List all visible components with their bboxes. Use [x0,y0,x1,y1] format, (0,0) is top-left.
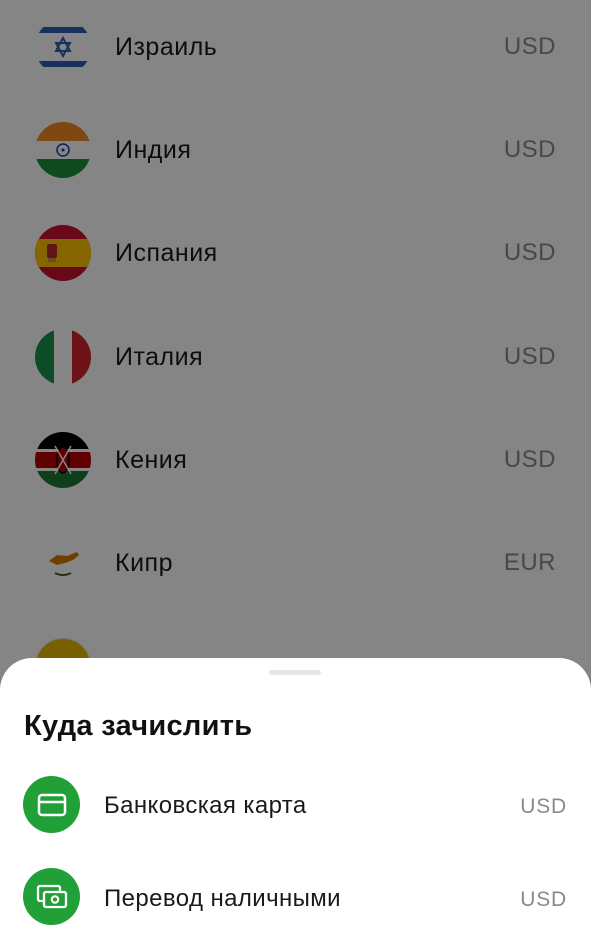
option-currency: USD [520,888,567,911]
option-label: Перевод наличными [104,885,341,912]
option-bank-card[interactable]: Банковская карта USD [0,772,591,842]
bank-card-icon [23,776,80,833]
option-currency: USD [520,795,567,818]
sheet-title: Куда зачислить [24,710,253,742]
option-label: Банковская карта [104,792,307,819]
bottom-sheet: Куда зачислить Банковская карта USD Пере… [0,658,591,946]
option-cash-transfer[interactable]: Перевод наличными USD [0,864,591,934]
sheet-drag-handle[interactable] [269,670,321,675]
cash-transfer-icon [23,868,80,925]
